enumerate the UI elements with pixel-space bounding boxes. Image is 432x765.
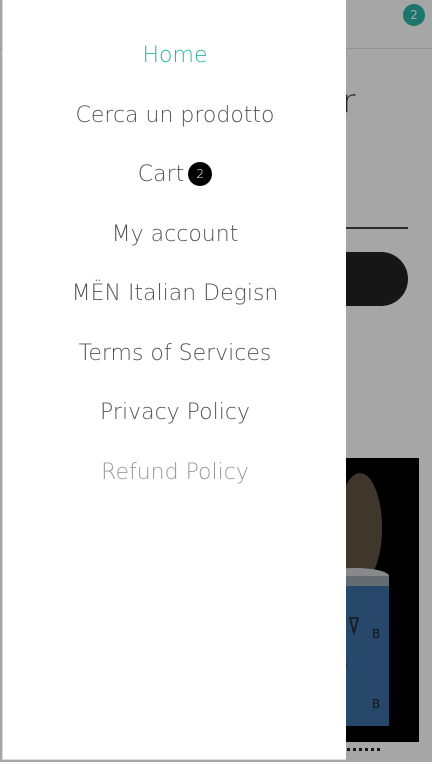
nav-item-brand-page[interactable]: MËN Italian Degisn [3,270,347,318]
nav-item-label: Home [142,43,208,68]
nav-item-search-product[interactable]: Cerca un prodotto [3,92,347,140]
nav-item-label: Cerca un prodotto [75,103,275,128]
nav-item-label: Terms of Services [78,341,272,366]
nav-item-label: MËN Italian Degisn [71,281,279,306]
nav-item-label: Privacy Policy [100,400,250,425]
nav-item-home[interactable]: Home [3,32,347,80]
nav-item-my-account[interactable]: My account [3,211,347,259]
nav-item-privacy-policy[interactable]: Privacy Policy [3,389,347,437]
nav-item-cart[interactable]: Cart 2 [3,151,347,199]
nav-item-label: My account [111,222,239,247]
cart-count-badge: 2 [188,162,213,186]
nav-item-label: Refund Policy [101,460,249,485]
navigation-drawer: Home Cerca un prodotto Cart 2 My account … [2,0,346,760]
nav-item-refund-policy[interactable]: Refund Policy [3,449,347,497]
nav-item-label: Cart [137,162,185,187]
nav-item-terms-of-services[interactable]: Terms of Services [3,330,347,378]
